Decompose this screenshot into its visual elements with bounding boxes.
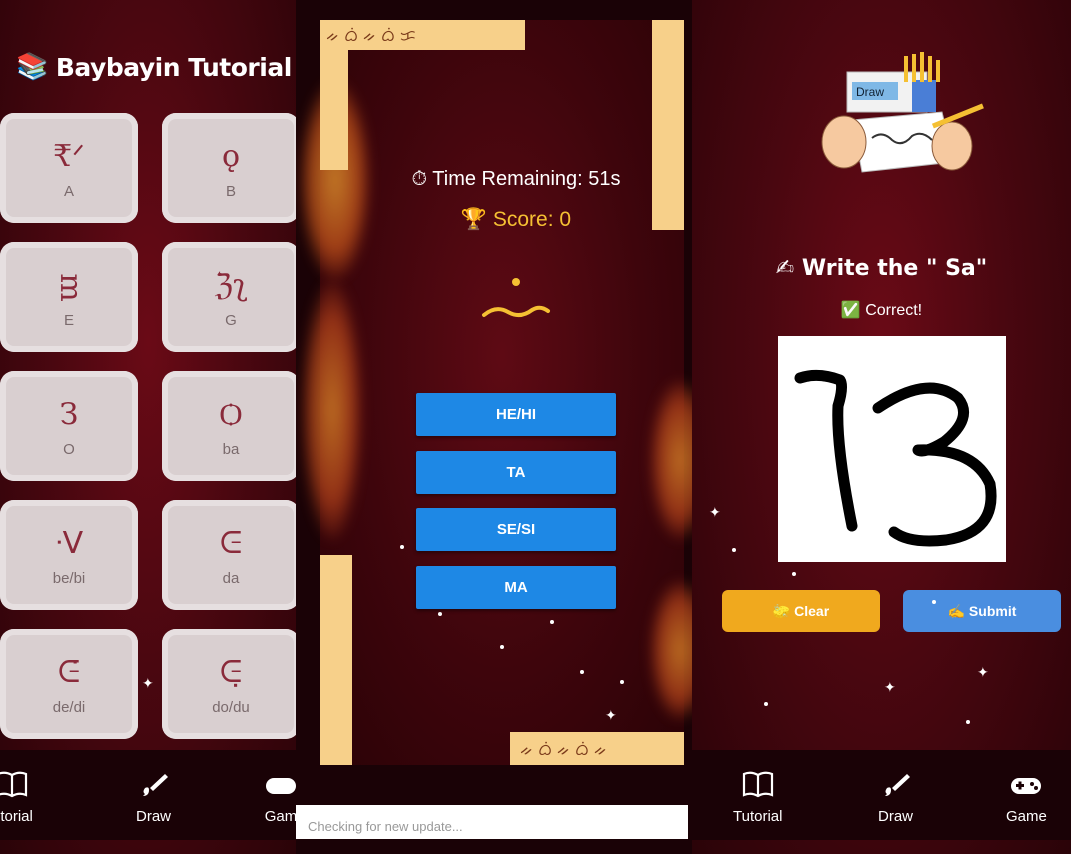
- baybayin-glyph: ᕮ: [219, 525, 243, 561]
- decorative-border: [652, 20, 684, 230]
- letter-card-a[interactable]: ₹ᐟ A: [0, 113, 138, 223]
- gamepad-icon: [1011, 778, 1042, 794]
- answer-button[interactable]: MA: [416, 566, 616, 609]
- baybayin-glyph: Ѻ: [219, 396, 243, 432]
- nav-tab-tutorial[interactable]: utorial: [0, 770, 33, 825]
- letter-card-be-bi[interactable]: ᐧᐯ be/bi: [0, 500, 138, 610]
- baybayin-glyph: ǫ: [221, 138, 241, 174]
- nav-tab-draw[interactable]: Draw: [878, 770, 913, 825]
- letter-card-g[interactable]: ℨʅ G: [162, 242, 296, 352]
- update-status-bar: Checking for new update...: [296, 805, 688, 839]
- baybayin-glyph: ℨʅ: [214, 267, 248, 303]
- tutorial-screen: 📚 Baybayin Tutorial ₹ᐟ A ǫ B ᴟ E ℨʅ G З …: [0, 0, 296, 854]
- draw-screen: Draw ✍ Write the " Sa" ✅ Correct! 🧽 Clea…: [692, 0, 1071, 854]
- baybayin-glyph: ᕮ̣: [219, 654, 243, 690]
- baybayin-glyph: З: [59, 396, 79, 432]
- baybayin-glyph: ᐧᐯ: [54, 525, 84, 561]
- brush-icon: [884, 774, 910, 796]
- decorative-border: ᨀ ᜊᜒ ᨀ ᜊᜒ ᨀ: [510, 732, 684, 765]
- handwritten-stroke: [794, 369, 997, 547]
- submit-button[interactable]: ✍ Submit: [903, 590, 1061, 632]
- brush-icon: [142, 774, 168, 796]
- letter-label: E: [63, 311, 74, 329]
- letter-card-da[interactable]: ᕮ da: [162, 500, 296, 610]
- book-icon: [0, 771, 28, 798]
- nav-tab-label: Tutorial: [733, 808, 783, 825]
- nav-tab-label: utorial: [0, 808, 33, 825]
- bottom-nav: Tutorial Draw Game: [692, 750, 1071, 840]
- write-prompt: ✍ Write the " Sa": [775, 256, 988, 281]
- baybayin-glyph: ᕮ̇: [57, 654, 81, 690]
- letter-card-do-du[interactable]: ᕮ̣ do/du: [162, 629, 296, 739]
- result-feedback: ✅ Correct!: [840, 302, 923, 319]
- letter-label: da: [222, 569, 240, 587]
- letter-label: A: [63, 182, 74, 200]
- nav-tab-game[interactable]: Game: [1006, 770, 1047, 825]
- question-glyph: [482, 278, 550, 317]
- answer-button[interactable]: TA: [416, 451, 616, 494]
- baybayin-glyph: ₹ᐟ: [53, 138, 85, 174]
- gamepad-icon: [266, 778, 296, 794]
- nav-tab-game[interactable]: Gam: [264, 770, 296, 825]
- sparkle-icon: ✦: [142, 676, 154, 692]
- nav-tab-draw[interactable]: Draw: [136, 770, 171, 825]
- letter-card-ba[interactable]: Ѻ ba: [162, 371, 296, 481]
- book-icon: [742, 771, 773, 798]
- letter-label: do/du: [212, 698, 250, 716]
- nav-tab-tutorial[interactable]: Tutorial: [733, 770, 782, 825]
- books-icon: 📚: [16, 52, 48, 82]
- decorative-border: [320, 50, 348, 170]
- svg-text:Draw: Draw: [856, 85, 884, 99]
- tutorial-title-text: Baybayin Tutorial: [55, 52, 292, 82]
- letter-card-b[interactable]: ǫ B: [162, 113, 296, 223]
- letter-label: B: [225, 182, 236, 200]
- decorative-border: [320, 555, 352, 765]
- answer-button[interactable]: SE/SI: [416, 508, 616, 551]
- drawing-canvas[interactable]: [778, 336, 1006, 562]
- letter-label: O: [63, 440, 75, 458]
- nav-tab-label: Gam: [264, 808, 296, 825]
- answer-button[interactable]: HE/HI: [416, 393, 616, 436]
- drawing-illustration: Draw: [821, 52, 984, 173]
- nav-tab-label: Game: [1006, 808, 1047, 825]
- baybayin-glyph: ᴟ: [59, 267, 79, 303]
- letter-label: de/di: [52, 698, 86, 716]
- nav-tab-label: Draw: [136, 808, 172, 825]
- decorative-border: ᨀ ᜊᜒ ᨀ ᜊᜒ ᜃ: [320, 20, 525, 50]
- letter-card-e[interactable]: ᴟ E: [0, 242, 138, 352]
- letter-label: G: [225, 311, 237, 329]
- score-display: 🏆 Score: 0: [460, 208, 572, 231]
- clear-button[interactable]: 🧽 Clear: [722, 590, 880, 632]
- nav-tab-label: Draw: [878, 808, 914, 825]
- tutorial-title: 📚 Baybayin Tutorial: [16, 52, 296, 82]
- time-remaining: ⏱ Time Remaining: 51s: [411, 168, 621, 190]
- letter-label: be/bi: [52, 569, 86, 587]
- bottom-nav: utorial Draw Gam: [0, 750, 296, 840]
- game-screen: ᨀ ᜊᜒ ᨀ ᜊᜒ ᜃ ᨀ ᜊᜒ ᨀ ᜊᜒ ᨀ ✦ ⏱ Time Remaini…: [296, 0, 692, 854]
- letter-card-de-di[interactable]: ᕮ̇ de/di: [0, 629, 138, 739]
- letter-card-o[interactable]: З O: [0, 371, 138, 481]
- letter-label: ba: [222, 440, 240, 458]
